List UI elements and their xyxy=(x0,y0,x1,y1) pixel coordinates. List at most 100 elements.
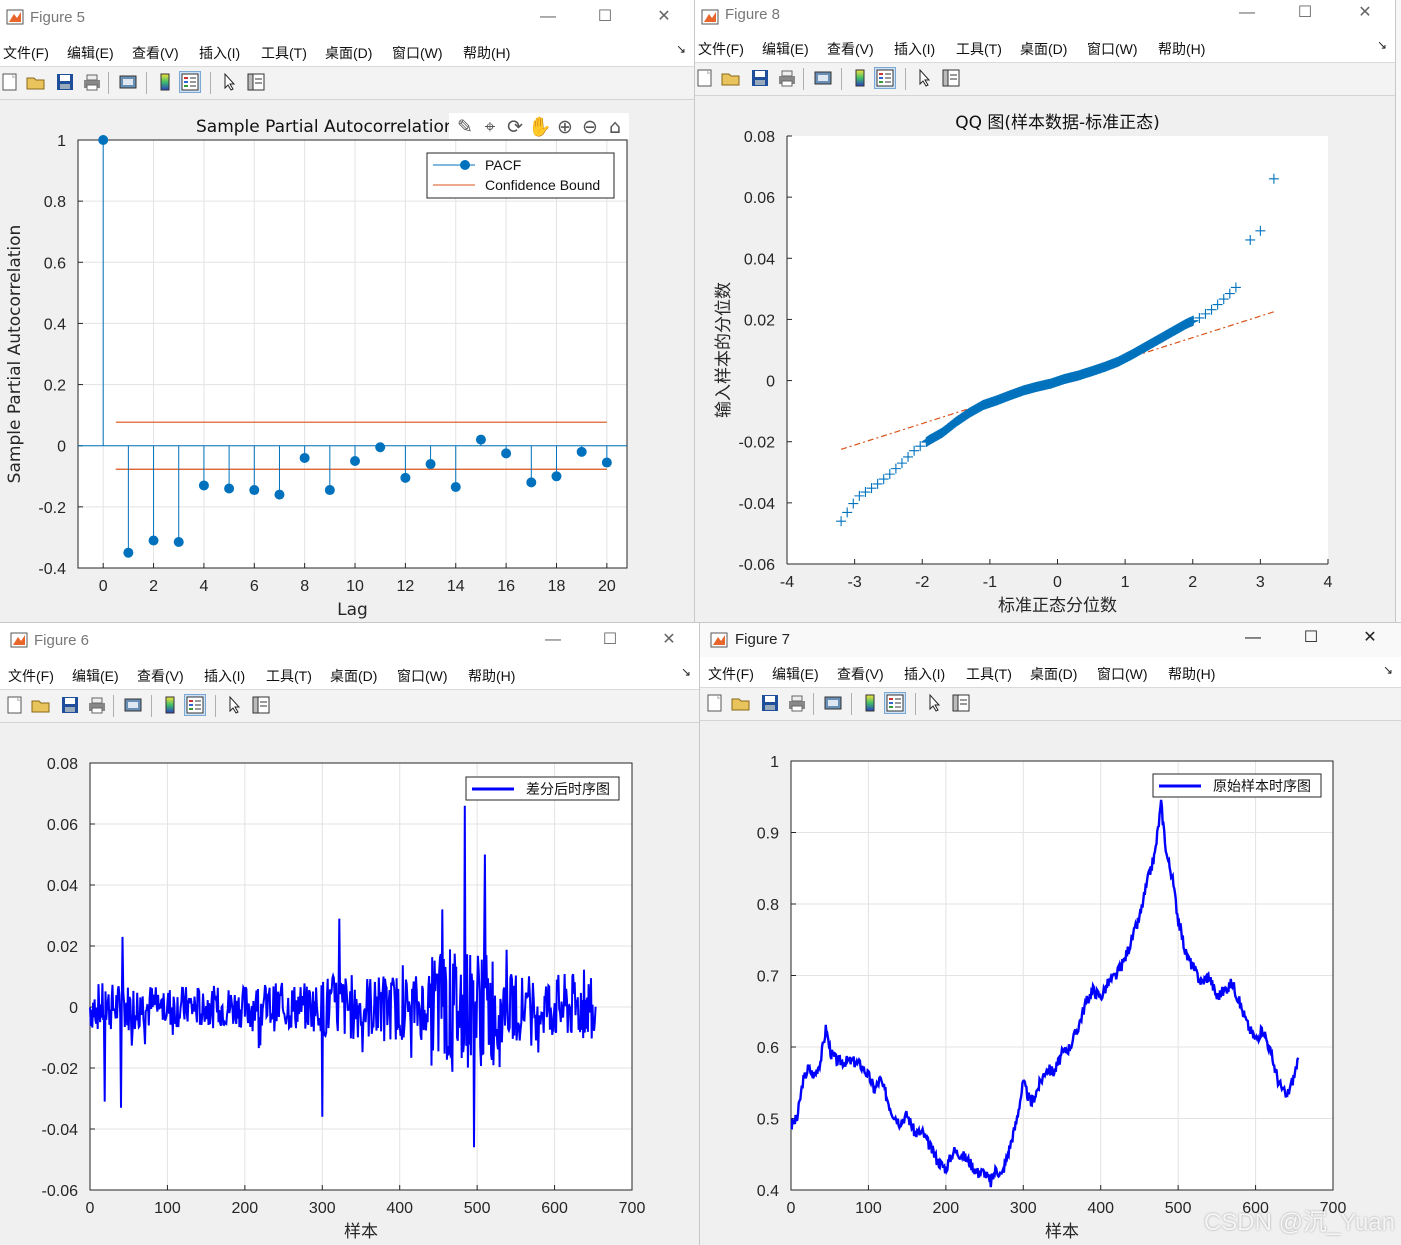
new-figure-icon[interactable] xyxy=(695,68,715,88)
legend-icon[interactable] xyxy=(874,67,896,89)
pointer-icon[interactable] xyxy=(220,72,240,92)
pacf-point[interactable] xyxy=(425,459,436,470)
print-icon[interactable] xyxy=(82,72,102,92)
pacf-point[interactable] xyxy=(350,456,361,466)
diff-series-plot[interactable]: 0 100 200 300 400 500 600 7000.080.060.040.020-… xyxy=(0,723,699,1245)
pacf-point[interactable] xyxy=(98,135,109,145)
menu-item[interactable]: 文件(F) xyxy=(3,43,49,63)
menu-item[interactable]: 帮助(H) xyxy=(1168,664,1215,684)
menu-item[interactable]: 编辑(E) xyxy=(762,39,809,59)
new-figure-icon[interactable] xyxy=(0,72,20,92)
title-bar[interactable]: Figure 8 — ☐ ✕ xyxy=(695,0,1395,36)
menu-item[interactable]: 桌面(D) xyxy=(1020,39,1067,59)
menu-item[interactable]: 编辑(E) xyxy=(67,43,114,63)
menu-item[interactable]: 工具(T) xyxy=(956,39,1002,59)
pacf-point[interactable] xyxy=(576,446,587,457)
pointer-icon[interactable] xyxy=(225,695,245,715)
property-editor-icon[interactable] xyxy=(941,68,961,88)
menu-item[interactable]: 查看(V) xyxy=(827,39,874,59)
menu-item[interactable]: 插入(I) xyxy=(204,666,245,686)
zoom-in-icon[interactable]: ⊕ xyxy=(557,116,573,138)
print-preview-icon[interactable] xyxy=(823,693,843,713)
print-preview-icon[interactable] xyxy=(813,68,833,88)
property-editor-icon[interactable] xyxy=(951,693,971,713)
save-icon[interactable] xyxy=(760,693,780,713)
maximize-button[interactable]: ☐ xyxy=(593,6,617,28)
qq-plot[interactable]: -4 -3 -2 -1 0 1 2 3 4 0.08 0.06 0.04 0.02 0 -0.02 -0.04… xyxy=(695,96,1395,622)
brush-icon[interactable]: ✎ xyxy=(457,116,473,138)
pacf-point[interactable] xyxy=(148,535,159,546)
rotate-icon[interactable]: ⟳ xyxy=(507,116,523,138)
pacf-point[interactable] xyxy=(601,457,612,468)
pacf-point[interactable] xyxy=(551,471,562,482)
menu-item[interactable]: 编辑(E) xyxy=(772,664,819,684)
menu-item[interactable]: 桌面(D) xyxy=(330,666,377,686)
menu-item[interactable]: 查看(V) xyxy=(137,666,184,686)
menu-item[interactable]: 帮助(H) xyxy=(1158,39,1205,59)
minimize-button[interactable]: — xyxy=(1235,2,1259,24)
pacf-point[interactable] xyxy=(400,472,411,483)
menu-item[interactable]: 文件(F) xyxy=(708,664,754,684)
menu-item[interactable]: 插入(I) xyxy=(894,39,935,59)
menu-item[interactable]: 工具(T) xyxy=(261,43,307,63)
pacf-point[interactable] xyxy=(526,477,537,488)
dock-arrow-icon[interactable]: ↘ xyxy=(1377,38,1387,52)
colorbar-icon[interactable] xyxy=(850,68,870,88)
pacf-point[interactable] xyxy=(299,452,310,463)
print-preview-icon[interactable] xyxy=(123,695,143,715)
close-button[interactable]: ✕ xyxy=(652,6,676,28)
menu-item[interactable]: 文件(F) xyxy=(698,39,744,59)
print-icon[interactable] xyxy=(787,693,807,713)
new-figure-icon[interactable] xyxy=(5,695,25,715)
title-bar[interactable]: Figure 7 — ☐ ✕ xyxy=(700,623,1401,659)
title-bar[interactable]: Figure 5 — ☐ ✕ xyxy=(0,0,694,36)
open-icon[interactable] xyxy=(721,68,741,88)
minimize-button[interactable]: — xyxy=(536,6,560,28)
close-button[interactable]: ✕ xyxy=(1353,2,1377,24)
menu-item[interactable]: 工具(T) xyxy=(966,664,1012,684)
pacf-point[interactable] xyxy=(375,442,386,453)
menu-item[interactable]: 查看(V) xyxy=(132,43,179,63)
dock-arrow-icon[interactable]: ↘ xyxy=(676,42,686,56)
pointer-icon[interactable] xyxy=(915,68,935,88)
menu-item[interactable]: 工具(T) xyxy=(266,666,312,686)
print-icon[interactable] xyxy=(777,68,797,88)
save-icon[interactable] xyxy=(60,695,80,715)
open-icon[interactable] xyxy=(26,72,46,92)
save-icon[interactable] xyxy=(750,68,770,88)
original-series-plot[interactable]: 0 100 200 300 400 500 600 70010.90.80.70.60.50.… xyxy=(700,721,1401,1245)
menu-item[interactable]: 文件(F) xyxy=(8,666,54,686)
save-icon[interactable] xyxy=(55,72,75,92)
menu-item[interactable]: 插入(I) xyxy=(904,664,945,684)
colorbar-icon[interactable] xyxy=(860,693,880,713)
dock-arrow-icon[interactable]: ↘ xyxy=(1383,663,1393,677)
minimize-button[interactable]: — xyxy=(541,629,565,651)
property-editor-icon[interactable] xyxy=(246,72,266,92)
menu-item[interactable]: 窗口(W) xyxy=(1097,664,1148,684)
pacf-point[interactable] xyxy=(123,547,134,558)
close-button[interactable]: ✕ xyxy=(1358,627,1382,649)
minimize-button[interactable]: — xyxy=(1241,627,1265,649)
menu-item[interactable]: 桌面(D) xyxy=(1030,664,1077,684)
data-tip-icon[interactable]: ⌖ xyxy=(485,116,496,138)
colorbar-icon[interactable] xyxy=(155,72,175,92)
menu-item[interactable]: 帮助(H) xyxy=(463,43,510,63)
new-figure-icon[interactable] xyxy=(705,693,725,713)
maximize-button[interactable]: ☐ xyxy=(1293,2,1317,24)
print-icon[interactable] xyxy=(87,695,107,715)
menu-item[interactable]: 桌面(D) xyxy=(325,43,372,63)
pacf-point[interactable] xyxy=(450,481,461,492)
pacf-point[interactable] xyxy=(173,537,184,548)
menu-item[interactable]: 窗口(W) xyxy=(1087,39,1138,59)
colorbar-icon[interactable] xyxy=(160,695,180,715)
menu-item[interactable]: 窗口(W) xyxy=(392,43,443,63)
pacf-point[interactable] xyxy=(324,485,335,496)
print-preview-icon[interactable] xyxy=(118,72,138,92)
pacf-plot[interactable]: 0 2 4 6 8 10 12 14 16 18 20 1 0.8 0.6 0.4 0.2 0 -0.2 -0.4 L… xyxy=(0,100,694,622)
title-bar[interactable]: Figure 6 — ☐ ✕ xyxy=(0,623,699,659)
menu-item[interactable]: 窗口(W) xyxy=(397,666,448,686)
legend-icon[interactable] xyxy=(884,692,906,714)
pacf-point[interactable] xyxy=(224,483,235,494)
pacf-point[interactable] xyxy=(274,489,285,500)
home-icon[interactable]: ⌂ xyxy=(609,116,621,138)
